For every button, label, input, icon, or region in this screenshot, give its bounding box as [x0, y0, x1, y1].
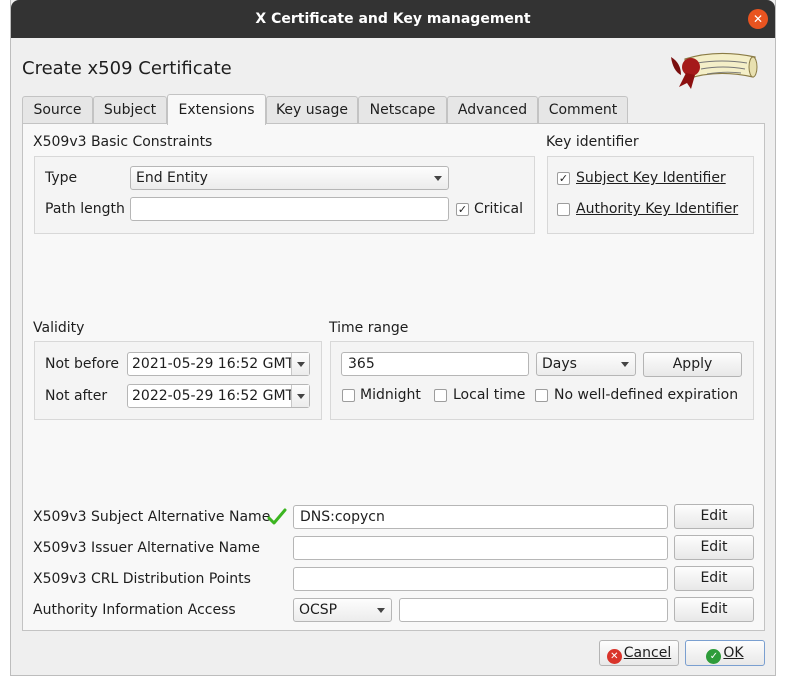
not-before-label: Not before — [45, 356, 120, 372]
title-bar[interactable]: X Certificate and Key management ✕ — [11, 0, 775, 38]
close-icon: ✕ — [752, 12, 764, 26]
san-label: X509v3 Subject Alternative Name — [33, 509, 271, 525]
path-length-input[interactable] — [130, 197, 449, 221]
authority-key-identifier-label: Authority Key Identifier — [576, 201, 739, 217]
san-input[interactable]: DNS:copycn — [293, 505, 668, 529]
not-after-value: 2022-05-29 16:52 GMT — [132, 388, 295, 404]
aia-method-select[interactable]: OCSP — [293, 598, 392, 622]
midnight-label: Midnight — [360, 387, 421, 403]
path-length-label: Path length — [45, 201, 125, 217]
crl-label: X509v3 CRL Distribution Points — [33, 571, 251, 587]
tab-extensions[interactable]: Extensions — [167, 94, 266, 125]
tab-key-usage[interactable]: Key usage — [266, 96, 358, 124]
tab-source[interactable]: Source — [22, 96, 93, 124]
window-title: X Certificate and Key management — [255, 11, 531, 27]
cancel-button[interactable]: ✕ Cancel — [599, 640, 679, 666]
san-edit-button[interactable]: Edit — [674, 504, 754, 529]
crl-edit-button[interactable]: Edit — [674, 566, 754, 591]
tab-netscape[interactable]: Netscape — [358, 96, 447, 124]
not-before-value: 2021-05-29 16:52 GMT — [132, 356, 295, 372]
valid-check-icon — [267, 508, 287, 525]
chevron-down-icon — [621, 362, 629, 367]
dialog-window: X Certificate and Key management ✕ Creat… — [10, 0, 776, 676]
crl-input[interactable] — [293, 567, 668, 591]
key-identifier-group — [547, 156, 754, 234]
certificate-scroll-icon — [671, 52, 758, 89]
tab-advanced[interactable]: Advanced — [447, 96, 538, 124]
not-after-dropdown-button[interactable] — [291, 385, 309, 407]
page-title: Create x509 Certificate — [22, 58, 232, 79]
chevron-down-icon — [297, 362, 305, 367]
aia-label: Authority Information Access — [33, 602, 236, 618]
tab-subject[interactable]: Subject — [93, 96, 167, 124]
type-select-value: End Entity — [136, 170, 208, 186]
no-expiration-checkbox[interactable] — [535, 389, 548, 402]
type-label: Type — [45, 170, 78, 186]
time-range-title: Time range — [329, 320, 409, 336]
local-time-label: Local time — [453, 387, 526, 403]
aia-input[interactable] — [399, 598, 668, 622]
aia-edit-button[interactable]: Edit — [674, 597, 754, 622]
ok-button[interactable]: ✓ OK — [685, 640, 765, 666]
not-after-datetime[interactable]: 2022-05-29 16:52 GMT — [127, 384, 310, 408]
type-select[interactable]: End Entity — [130, 166, 449, 190]
chevron-down-icon — [434, 176, 442, 181]
no-expiration-label: No well-defined expiration — [554, 387, 739, 403]
tab-comment[interactable]: Comment — [538, 96, 628, 124]
chevron-down-icon — [297, 394, 305, 399]
ian-input[interactable] — [293, 536, 668, 560]
close-button[interactable]: ✕ — [748, 9, 768, 29]
authority-key-identifier-checkbox[interactable] — [557, 203, 570, 216]
aia-method-value: OCSP — [299, 602, 338, 618]
subject-key-identifier-label: Subject Key Identifier — [576, 170, 726, 186]
not-before-datetime[interactable]: 2021-05-29 16:52 GMT — [127, 352, 310, 376]
chevron-down-icon — [377, 608, 385, 613]
local-time-checkbox[interactable] — [434, 389, 447, 402]
ok-button-label: OK — [723, 645, 744, 661]
key-identifier-title: Key identifier — [546, 134, 639, 150]
apply-button[interactable]: Apply — [643, 352, 742, 377]
cancel-icon: ✕ — [606, 649, 622, 664]
critical-checkbox[interactable]: ✓ — [456, 203, 469, 216]
critical-label: Critical — [474, 201, 523, 217]
ok-check-icon: ✓ — [706, 649, 722, 664]
midnight-checkbox[interactable] — [342, 389, 355, 402]
basic-constraints-title: X509v3 Basic Constraints — [33, 134, 213, 150]
not-before-dropdown-button[interactable] — [291, 353, 309, 375]
validity-title: Validity — [33, 320, 85, 336]
not-after-label: Not after — [45, 388, 108, 404]
ian-edit-button[interactable]: Edit — [674, 535, 754, 560]
ian-label: X509v3 Issuer Alternative Name — [33, 540, 260, 556]
time-unit-select[interactable]: Days — [536, 352, 636, 376]
subject-key-identifier-checkbox[interactable]: ✓ — [557, 172, 570, 185]
time-range-input[interactable]: 365 — [341, 352, 529, 376]
extensions-panel: X509v3 Basic Constraints Type End Entity… — [22, 123, 765, 631]
cancel-button-label: Cancel — [623, 645, 672, 661]
time-unit-value: Days — [542, 356, 577, 372]
